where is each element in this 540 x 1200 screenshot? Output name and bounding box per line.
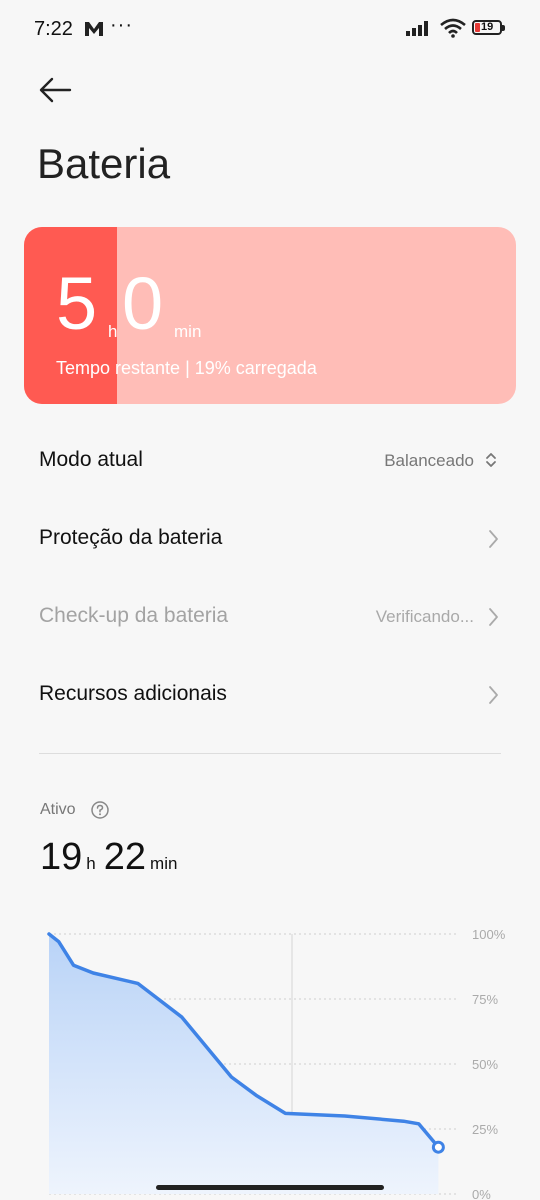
y-tick-label: 50% xyxy=(472,1057,498,1072)
help-icon[interactable] xyxy=(90,800,110,820)
battery-status-level: 19 xyxy=(481,21,494,33)
chevron-right-icon xyxy=(489,530,498,548)
battery-status-icon: 19 xyxy=(472,20,502,35)
home-indicator[interactable] xyxy=(156,1185,384,1190)
battery-level-chart: 100% 75% 50% 25% 0% xyxy=(47,927,506,1200)
battery-protection-row[interactable]: Proteção da bateria xyxy=(0,504,540,574)
remaining-time-subtitle: Tempo restante | 19% carregada xyxy=(56,358,317,378)
battery-tip xyxy=(502,25,505,31)
chevron-right-icon xyxy=(489,608,498,626)
battery-protection-label: Proteção da bateria xyxy=(39,526,223,549)
y-tick-label: 25% xyxy=(472,1122,498,1137)
additional-features-label: Recursos adicionais xyxy=(39,682,227,705)
status-time: 7:22 xyxy=(34,18,73,40)
current-mode-row[interactable]: Modo atual Balanceado xyxy=(0,426,540,496)
remaining-minutes-unit: min xyxy=(174,322,202,341)
y-tick-label: 0% xyxy=(472,1187,491,1200)
back-arrow-icon[interactable] xyxy=(36,72,76,112)
notification-app-icon xyxy=(85,22,103,36)
battery-checkup-label: Check-up da bateria xyxy=(39,604,229,627)
y-tick-label: 100% xyxy=(472,927,506,942)
signal-icon xyxy=(406,21,428,36)
active-hours-unit: h xyxy=(86,854,96,873)
remaining-hours: 5 xyxy=(56,262,98,345)
y-tick-label: 75% xyxy=(472,992,498,1007)
battery-checkup-status: Verificando... xyxy=(375,607,474,626)
active-time: 19 h 22 min xyxy=(40,836,185,879)
remaining-minutes: 0 xyxy=(122,262,164,345)
up-down-chevron-icon xyxy=(486,453,496,467)
more-notifications-icon: ··· xyxy=(110,14,133,36)
active-minutes: 22 xyxy=(103,836,147,878)
section-divider xyxy=(39,753,501,754)
chevron-right-icon xyxy=(489,686,498,704)
current-mode-value: Balanceado xyxy=(384,451,474,470)
remaining-hours-unit: h xyxy=(108,322,118,341)
additional-features-row[interactable]: Recursos adicionais xyxy=(0,660,540,730)
battery-summary-card: 5 h 0 min Tempo restante | 19% carregada xyxy=(24,227,516,404)
active-minutes-unit: min xyxy=(150,854,178,873)
status-bar: 7:22 ··· 19 xyxy=(0,0,540,60)
active-hours: 19 xyxy=(40,836,83,878)
current-mode-label: Modo atual xyxy=(39,448,143,471)
page-title: Bateria xyxy=(37,140,171,187)
battery-checkup-row[interactable]: Check-up da bateria Verificando... xyxy=(0,582,540,652)
current-level-point xyxy=(431,1140,445,1154)
active-label: Ativo xyxy=(40,801,76,818)
wifi-icon xyxy=(440,18,466,38)
